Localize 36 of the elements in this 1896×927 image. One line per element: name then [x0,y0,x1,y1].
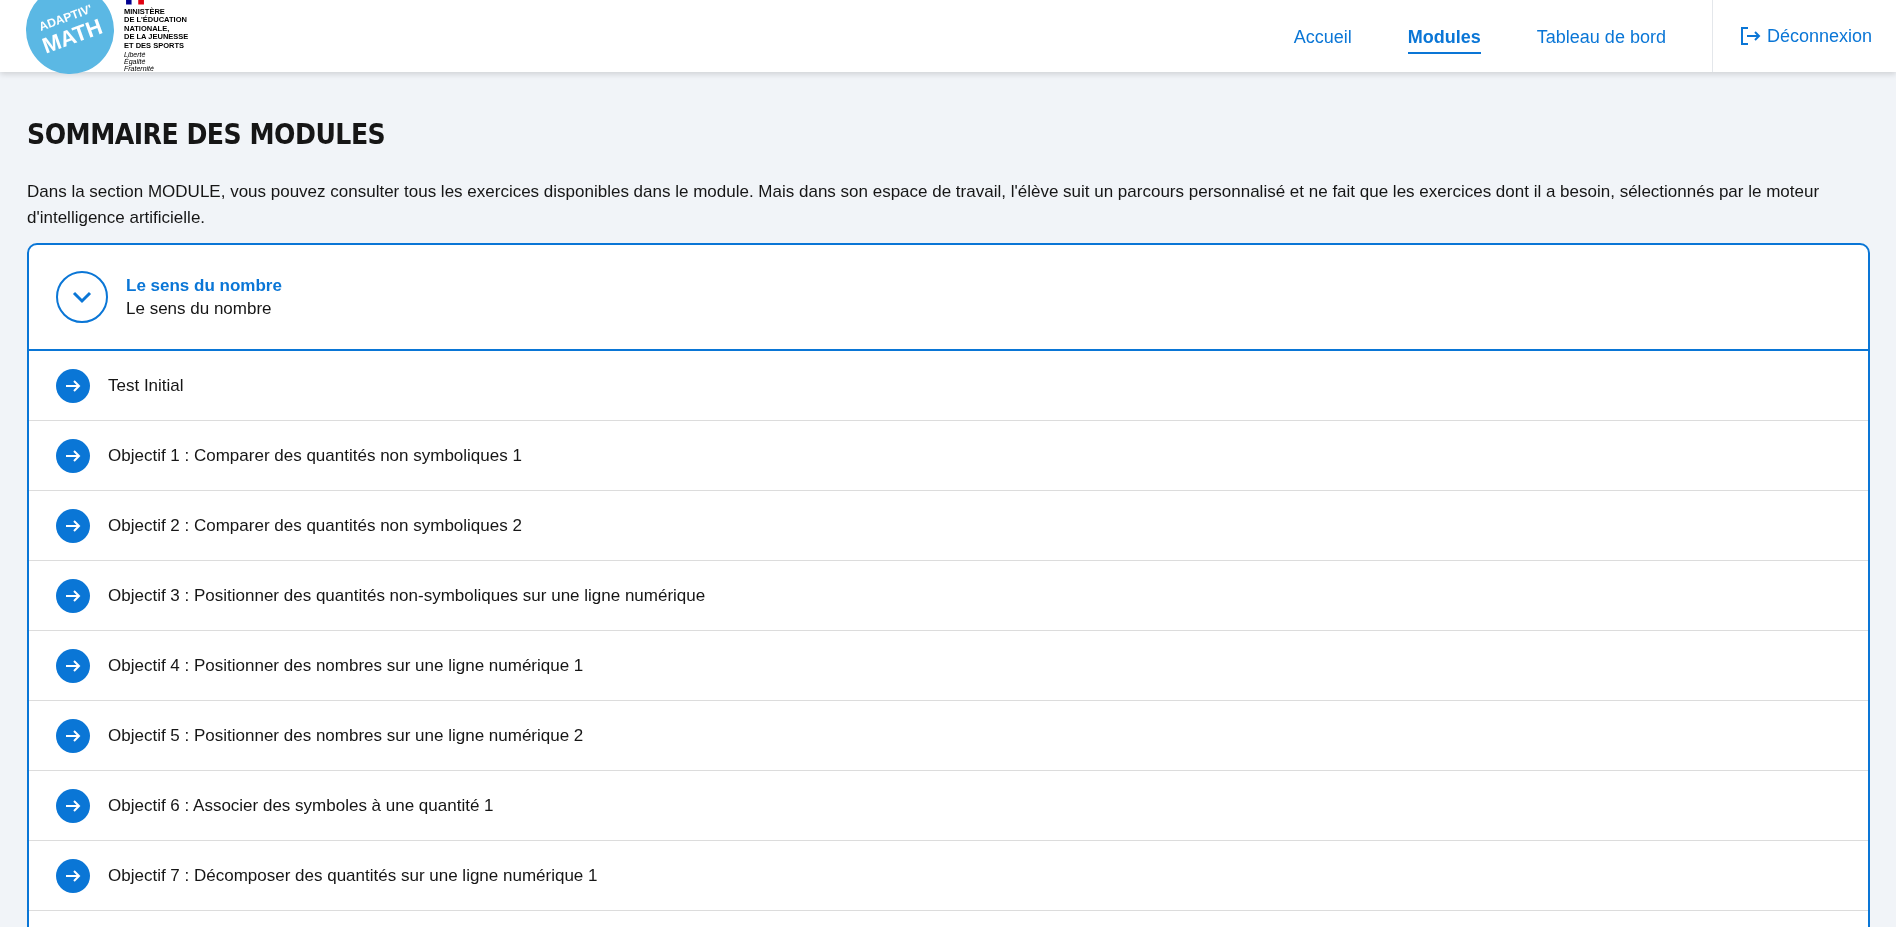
item-label: Objectif 2 : Comparer des quantités non symboliques 2 [108,515,522,536]
intro-paragraph: Dans la section MODULE, vous pouvez consulter tous les exercices disponibles dans le module. Mais dans son espace de travail, l'élève suit un parcours personnalisé et ne fait que les exercices dont il a besoin, sélectionnés par le moteur d'intelligence artificielle. [27,181,1821,229]
logout-icon [1738,25,1761,47]
page-title: SOMMAIRE DES MODULES [27,118,387,151]
module-item[interactable]: Objectif 3 : Positionner des quantités non-symboliques sur une ligne numérique [29,561,1868,631]
module-title: Le sens du nombre [126,275,282,297]
module-header[interactable]: Le sens du nombre Le sens du nombre [29,245,1868,351]
arrow-right-icon [56,578,90,613]
item-label: Test Initial [108,375,184,396]
arrow-right-icon [56,788,90,823]
module-item[interactable]: Objectif 7 : Décomposer des quantités sur une ligne numérique 1 [29,841,1868,911]
item-label: Objectif 3 : Positionner des quantités non-symboliques sur une ligne numérique [108,585,706,606]
module-item[interactable]: Objectif 6 : Associer des symboles à une quantité 1 [29,771,1868,841]
arrow-right-icon [56,508,90,543]
module-item[interactable]: Test Initial [29,351,1868,421]
logout-label: Déconnexion [1766,25,1872,47]
module-item[interactable]: Objectif 4 : Positionner des nombres sur une ligne numérique 1 [29,631,1868,701]
arrow-right-icon [56,368,90,403]
item-label: Objectif 6 : Associer des symboles à une quantité 1 [108,795,494,816]
arrow-right-icon [56,858,90,893]
item-label: Objectif 1 : Comparer des quantités non symboliques 1 [108,445,522,466]
module-subtitle: Le sens du nombre [126,298,273,320]
item-label: Objectif 5 : Positionner des nombres sur une ligne numérique 2 [108,725,584,746]
item-label: Objectif 7 : Décomposer des quantités sur une ligne numérique 1 [108,865,598,886]
arrow-right-icon [56,718,90,753]
nav-link[interactable]: Accueil [1293,18,1352,54]
nav-link[interactable]: Tableau de bord [1536,18,1666,54]
logout-link[interactable]: Déconnexion [1712,25,1896,47]
item-label: Objectif 4 : Positionner des nombres sur une ligne numérique 1 [108,655,584,676]
module-item[interactable]: Objectif 5 : Positionner des nombres sur une ligne numérique 2 [29,701,1868,771]
arrow-right-icon [56,648,90,683]
module-item[interactable]: Objectif 2 : Comparer des quantités non symboliques 2 [29,491,1868,561]
chevron-icon[interactable] [56,271,108,323]
module-item[interactable]: Objectif 1 : Comparer des quantités non symboliques 1 [29,421,1868,491]
nav-link[interactable]: Modules [1407,18,1481,54]
arrow-right-icon [56,438,90,473]
